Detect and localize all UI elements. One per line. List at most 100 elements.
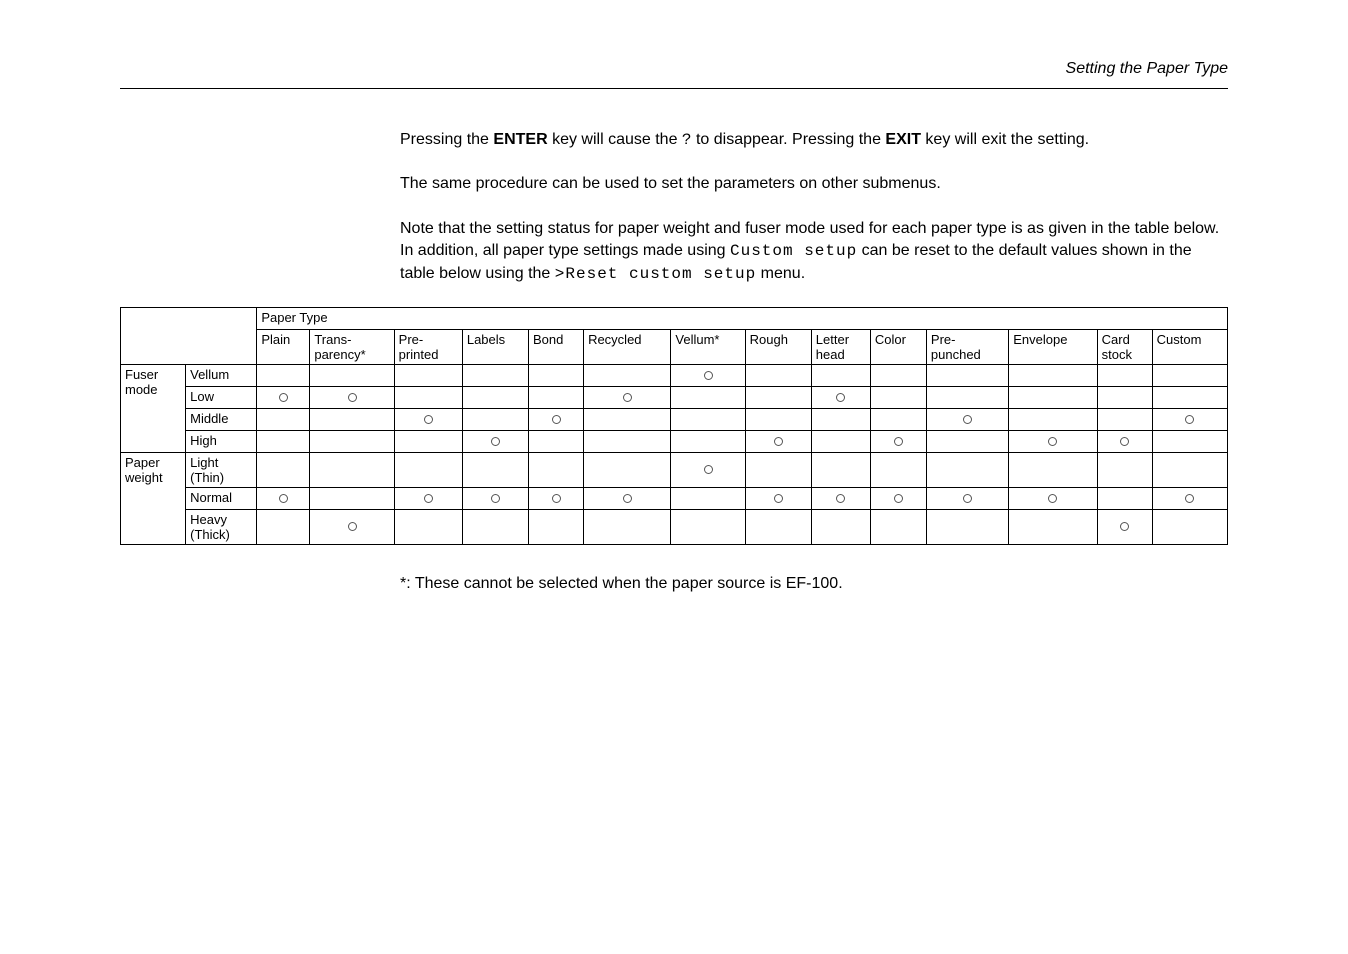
text: punched (931, 347, 981, 362)
text: Heavy (190, 512, 227, 527)
circle-mark-icon (836, 494, 845, 503)
cell (529, 487, 584, 509)
cell (745, 364, 811, 386)
mono-text: >Reset custom setup (555, 265, 756, 283)
table-row: High (121, 430, 1228, 452)
cell (1009, 430, 1097, 452)
circle-mark-icon (279, 494, 288, 503)
cell (257, 364, 310, 386)
header-rule (120, 88, 1228, 89)
exit-key-label: EXIT (885, 131, 921, 148)
cell (1097, 509, 1152, 544)
row-group-header: Fusermode (121, 364, 186, 452)
circle-mark-icon (491, 494, 500, 503)
cell (926, 408, 1008, 430)
cell (1009, 386, 1097, 408)
row-header: Light(Thin) (186, 452, 257, 487)
cell (584, 364, 671, 386)
cell (671, 430, 745, 452)
cell (811, 509, 870, 544)
circle-mark-icon (774, 437, 783, 446)
footnote: *: These cannot be selected when the pap… (400, 575, 1228, 593)
circle-mark-icon (552, 494, 561, 503)
table-row: Normal (121, 487, 1228, 509)
cell (811, 364, 870, 386)
cell (671, 386, 745, 408)
cell (1097, 364, 1152, 386)
circle-mark-icon (491, 437, 500, 446)
text: weight (125, 470, 163, 485)
cell (1009, 487, 1097, 509)
cell (310, 364, 394, 386)
cell (671, 509, 745, 544)
col-header: Letterhead (811, 329, 870, 364)
circle-mark-icon (1048, 437, 1057, 446)
circle-mark-icon (963, 415, 972, 424)
cell (811, 430, 870, 452)
cell (870, 386, 926, 408)
circle-mark-icon (348, 393, 357, 402)
text: (Thick) (190, 527, 230, 542)
col-header: Pre-punched (926, 329, 1008, 364)
cell (745, 386, 811, 408)
circle-mark-icon (894, 494, 903, 503)
cell (529, 452, 584, 487)
circle-mark-icon (963, 494, 972, 503)
cell (870, 408, 926, 430)
col-header: Envelope (1009, 329, 1097, 364)
cell (257, 509, 310, 544)
cell (745, 452, 811, 487)
row-header: Middle (186, 408, 257, 430)
circle-mark-icon (1185, 494, 1194, 503)
circle-mark-icon (1120, 437, 1129, 446)
cell (584, 430, 671, 452)
circle-mark-icon (424, 415, 433, 424)
text: mode (125, 382, 158, 397)
cell (1152, 509, 1227, 544)
cell (394, 408, 462, 430)
cell (257, 386, 310, 408)
cell (310, 430, 394, 452)
row-group-header: Paperweight (121, 452, 186, 544)
cell (1152, 386, 1227, 408)
cell (811, 487, 870, 509)
cell (394, 364, 462, 386)
cell (1097, 430, 1152, 452)
table-row: Paper Type (121, 307, 1228, 329)
circle-mark-icon (1048, 494, 1057, 503)
row-header: Normal (186, 487, 257, 509)
cell (1152, 430, 1227, 452)
cell (584, 509, 671, 544)
cell (926, 430, 1008, 452)
cell (926, 452, 1008, 487)
cell (1009, 408, 1097, 430)
cell (394, 452, 462, 487)
text: Trans- (314, 332, 351, 347)
cell (1009, 364, 1097, 386)
cell (745, 408, 811, 430)
text: Fuser (125, 367, 158, 382)
cell (745, 430, 811, 452)
cell (584, 408, 671, 430)
text: Paper (125, 455, 160, 470)
cell (462, 487, 528, 509)
cell (1152, 408, 1227, 430)
cell (671, 487, 745, 509)
circle-mark-icon (894, 437, 903, 446)
table-row: Middle (121, 408, 1228, 430)
cell (394, 509, 462, 544)
cell (870, 430, 926, 452)
col-header: Cardstock (1097, 329, 1152, 364)
cell (394, 430, 462, 452)
cell (394, 487, 462, 509)
col-header: Recycled (584, 329, 671, 364)
row-header: Low (186, 386, 257, 408)
col-header: Bond (529, 329, 584, 364)
col-header: Custom (1152, 329, 1227, 364)
cell (462, 509, 528, 544)
text: (Thin) (190, 470, 224, 485)
circle-mark-icon (704, 465, 713, 474)
corner-cell (121, 307, 257, 364)
cell (926, 364, 1008, 386)
cell (745, 509, 811, 544)
